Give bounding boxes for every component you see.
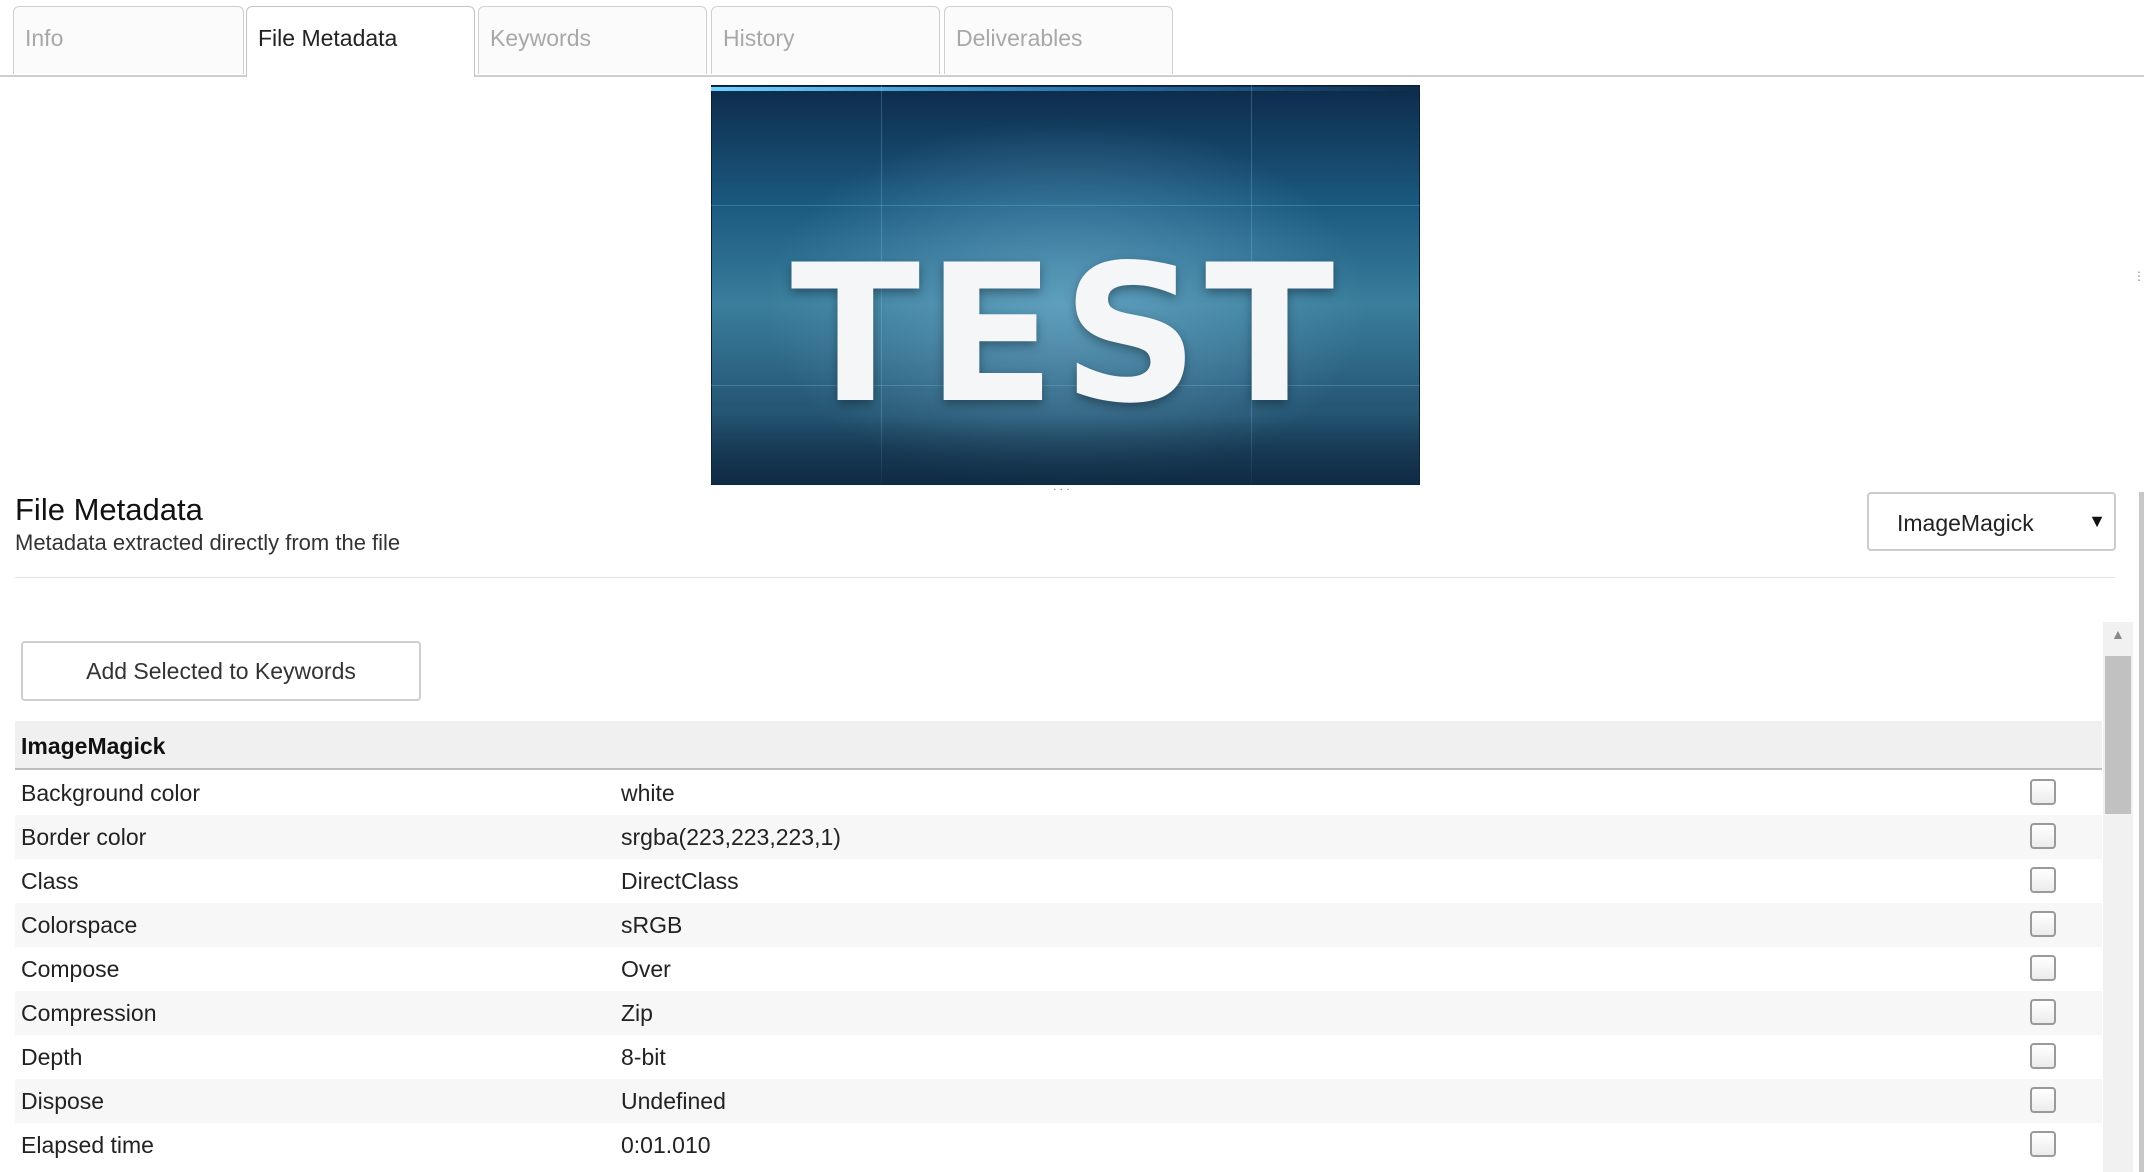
table-row: Compose Over [15, 947, 2102, 991]
table-row: Compression Zip [15, 991, 2102, 1035]
table-row: Background color white [15, 771, 2102, 815]
metadata-value: 0:01.010 [621, 1132, 711, 1158]
section-title: File Metadata [15, 492, 203, 527]
metadata-value: Zip [621, 1000, 653, 1026]
tab-info[interactable]: Info [13, 6, 244, 74]
row-checkbox[interactable] [2030, 955, 2056, 981]
tab-label: File Metadata [258, 25, 398, 51]
metadata-value: sRGB [621, 912, 683, 938]
scrollbar-thumb[interactable] [2105, 656, 2131, 814]
metadata-key: Class [21, 868, 79, 894]
table-row: Class DirectClass [15, 859, 2102, 903]
metadata-key: Compose [21, 956, 120, 982]
tab-label: Deliverables [956, 25, 1083, 51]
metadata-value: white [621, 780, 675, 806]
row-checkbox[interactable] [2030, 823, 2056, 849]
metadata-key: Depth [21, 1044, 83, 1070]
table-row: Colorspace sRGB [15, 903, 2102, 947]
metadata-source-select[interactable]: ImageMagick ▼ [1867, 492, 2116, 551]
page-scrollbar[interactable] [2139, 492, 2144, 1172]
metadata-value: Over [621, 956, 671, 982]
metadata-key: Elapsed time [21, 1132, 154, 1158]
table-row: Border color srgba(223,223,223,1) [15, 815, 2102, 859]
metadata-value: srgba(223,223,223,1) [621, 824, 841, 850]
row-checkbox[interactable] [2030, 779, 2056, 805]
row-checkbox[interactable] [2030, 1131, 2056, 1157]
table-scrollbar[interactable]: ▲ [2103, 622, 2133, 1172]
metadata-value: DirectClass [621, 868, 739, 894]
tab-file-metadata[interactable]: File Metadata [246, 6, 475, 77]
tab-bar: Info File Metadata Keywords History Deli… [0, 0, 2144, 77]
row-checkbox[interactable] [2030, 1043, 2056, 1069]
tab-keywords[interactable]: Keywords [478, 6, 707, 74]
button-label: Add Selected to Keywords [86, 657, 356, 684]
tab-label: History [723, 25, 795, 51]
metadata-key: Compression [21, 1000, 157, 1026]
metadata-key: Dispose [21, 1088, 105, 1114]
tab-label: Info [25, 25, 64, 51]
tab-history[interactable]: History [711, 6, 940, 74]
tab-deliverables[interactable]: Deliverables [944, 6, 1173, 74]
group-name: ImageMagick [21, 733, 166, 759]
row-checkbox[interactable] [2030, 999, 2056, 1025]
metadata-key: Background color [21, 780, 200, 806]
row-checkbox[interactable] [2030, 1087, 2056, 1113]
table-row: Elapsed time 0:01.010 [15, 1123, 2102, 1167]
preview-image: TEST [711, 85, 1420, 485]
tab-label: Keywords [490, 25, 591, 51]
metadata-value: 8-bit [621, 1044, 666, 1070]
resize-handle-icon[interactable]: ˙˙˙ [1053, 486, 1073, 502]
table-row: Dispose Undefined [15, 1079, 2102, 1123]
scroll-up-icon[interactable]: ▲ [2111, 626, 2125, 642]
section-subtitle: Metadata extracted directly from the fil… [15, 530, 401, 555]
metadata-key: Colorspace [21, 912, 138, 938]
row-checkbox[interactable] [2030, 867, 2056, 893]
add-selected-to-keywords-button[interactable]: Add Selected to Keywords [21, 641, 421, 701]
chevron-down-icon: ▼ [2088, 511, 2106, 531]
select-value: ImageMagick [1897, 510, 2034, 536]
table-row: Depth 8-bit [15, 1035, 2102, 1079]
row-checkbox[interactable] [2030, 911, 2056, 937]
metadata-key: Border color [21, 824, 147, 850]
group-header: ImageMagick [15, 721, 2102, 770]
panel-grip-icon[interactable]: ⋮ [2133, 270, 2144, 282]
metadata-value: Undefined [621, 1088, 726, 1114]
divider [15, 577, 2115, 578]
preview-text: TEST [790, 224, 1341, 445]
